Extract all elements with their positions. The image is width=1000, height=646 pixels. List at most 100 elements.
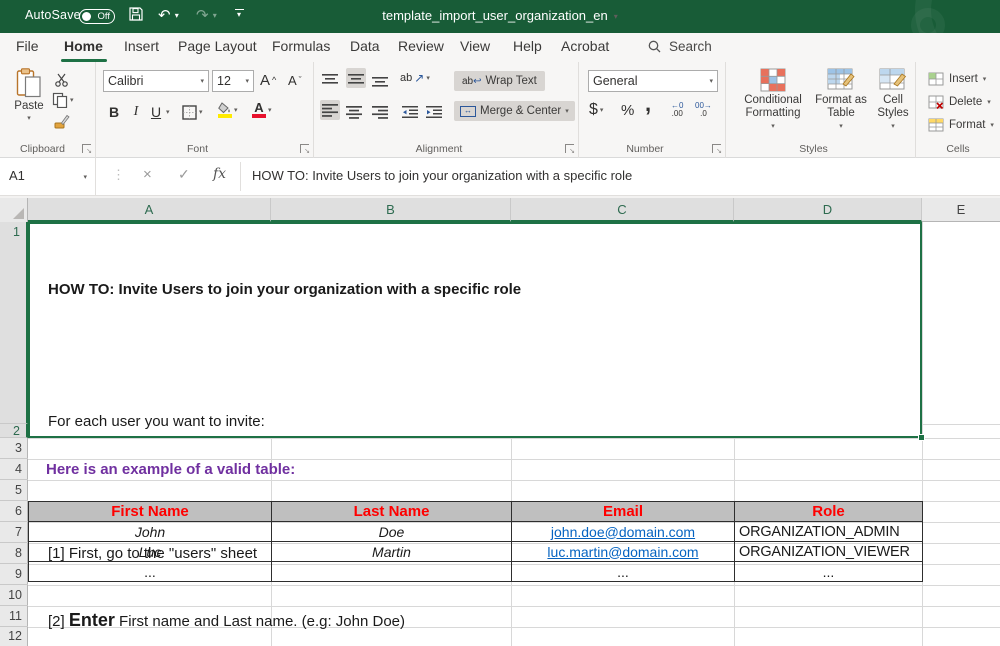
row-header-6[interactable]: 6	[0, 501, 28, 522]
name-box-caret[interactable]: ▾	[83, 173, 87, 181]
column-header-d[interactable]: D	[734, 198, 922, 222]
italic-button[interactable]: I	[128, 102, 144, 122]
formula-input[interactable]: HOW TO: Invite Users to join your organi…	[252, 168, 632, 183]
cell-first-name[interactable]: Luc	[29, 542, 272, 562]
conditional-formatting-button[interactable]: Conditional Formatting ▾	[738, 68, 808, 130]
tab-help[interactable]: Help	[513, 38, 542, 54]
font-name-combo[interactable]: Calibri ▾	[103, 70, 209, 92]
cell-first-name[interactable]: ...	[29, 562, 272, 582]
table-header-role[interactable]: Role	[735, 502, 923, 522]
row-header-9[interactable]: 9	[0, 564, 28, 585]
align-center-button[interactable]	[346, 102, 362, 122]
conditional-formatting-caret[interactable]: ▾	[771, 122, 775, 130]
table-header-first-name[interactable]: First Name	[29, 502, 272, 522]
cell-last-name[interactable]: Doe	[272, 522, 512, 542]
number-format-caret[interactable]: ▾	[709, 77, 713, 85]
tab-review[interactable]: Review	[398, 38, 444, 54]
cell-role[interactable]: ORGANIZATION_VIEWER	[735, 542, 923, 562]
row-header-7[interactable]: 7	[0, 522, 28, 543]
table-header-last-name[interactable]: Last Name	[272, 502, 512, 522]
font-size-combo[interactable]: 12 ▾	[212, 70, 254, 92]
paste-button[interactable]: Paste ▾	[8, 68, 50, 122]
increase-font-size-button[interactable]: A^	[260, 70, 276, 90]
accounting-format-button[interactable]: $ ▾	[589, 100, 603, 120]
selection-fill-handle[interactable]	[918, 434, 925, 441]
tab-page-layout[interactable]: Page Layout	[178, 38, 257, 54]
orientation-caret[interactable]: ▾	[426, 74, 430, 82]
name-box[interactable]: A1 ▾	[0, 158, 96, 195]
delete-cells-caret[interactable]: ▾	[987, 98, 991, 106]
column-header-a[interactable]: A	[28, 198, 271, 222]
cell-last-name[interactable]	[272, 562, 512, 582]
tab-data[interactable]: Data	[350, 38, 380, 54]
cell-email[interactable]: ...	[512, 562, 735, 582]
tab-home[interactable]: Home	[64, 38, 103, 54]
insert-cells-button[interactable]: Insert ▾	[928, 69, 986, 89]
format-as-table-button[interactable]: Format as Table ▾	[812, 68, 870, 130]
row-header-5[interactable]: 5	[0, 480, 28, 501]
percent-style-button[interactable]: %	[621, 100, 634, 120]
document-title-container[interactable]: template_import_user_organization_en ▾	[0, 8, 1000, 23]
paste-dropdown-caret[interactable]: ▾	[27, 114, 31, 122]
font-color-caret[interactable]: ▾	[268, 106, 272, 114]
middle-align-button[interactable]	[346, 68, 366, 88]
fill-color-button[interactable]: ▾	[218, 100, 238, 120]
top-align-button[interactable]	[322, 70, 338, 90]
copy-button[interactable]: ▾	[52, 90, 74, 110]
underline-caret[interactable]: ▾	[166, 108, 170, 116]
cell-email[interactable]: luc.martin@domain.com	[512, 542, 735, 562]
email-link[interactable]: luc.martin@domain.com	[547, 544, 698, 560]
fill-color-caret[interactable]: ▾	[234, 106, 238, 114]
bottom-align-button[interactable]	[372, 70, 388, 90]
align-right-button[interactable]	[372, 102, 388, 122]
tab-file[interactable]: File	[16, 38, 39, 54]
enter-check-icon[interactable]: ✓	[178, 166, 190, 183]
borders-caret[interactable]: ▾	[199, 108, 203, 116]
tab-view[interactable]: View	[460, 38, 490, 54]
cell-email[interactable]: john.doe@domain.com	[512, 522, 735, 542]
tab-acrobat[interactable]: Acrobat	[561, 38, 609, 54]
bold-button[interactable]: B	[106, 102, 122, 122]
underline-button[interactable]: U ▾	[148, 102, 170, 122]
insert-function-icon[interactable]: fx	[213, 166, 226, 182]
comma-style-button[interactable]: ,	[645, 94, 651, 114]
decrease-font-size-button[interactable]: Aˇ	[288, 70, 302, 90]
cell-styles-button[interactable]: Cell Styles ▾	[872, 68, 914, 130]
format-cells-caret[interactable]: ▾	[990, 121, 994, 129]
copy-dropdown-caret[interactable]: ▾	[70, 96, 74, 104]
font-size-caret[interactable]: ▾	[245, 77, 249, 85]
row-header-2[interactable]: 2	[0, 424, 28, 438]
merged-instruction-cell[interactable]: HOW TO: Invite Users to join your organi…	[28, 222, 922, 438]
row-header-3[interactable]: 3	[0, 438, 28, 459]
borders-button[interactable]: ▾	[182, 102, 203, 122]
row-header-8[interactable]: 8	[0, 543, 28, 564]
wrap-text-button[interactable]: ab↩ Wrap Text	[454, 71, 545, 91]
increase-indent-button[interactable]	[426, 102, 442, 122]
document-title[interactable]: template_import_user_organization_en	[382, 8, 607, 23]
column-header-b[interactable]: B	[271, 198, 511, 222]
email-link[interactable]: john.doe@domain.com	[551, 524, 695, 540]
format-as-table-caret[interactable]: ▾	[839, 122, 843, 130]
cut-button[interactable]	[54, 70, 69, 90]
row-header-12[interactable]: 12	[0, 627, 28, 646]
cell-styles-caret[interactable]: ▾	[891, 122, 895, 130]
merge-center-caret[interactable]: ▾	[565, 107, 569, 115]
format-cells-button[interactable]: Format ▾	[928, 115, 994, 135]
format-painter-button[interactable]	[54, 112, 70, 132]
cell-role[interactable]: ...	[735, 562, 923, 582]
font-name-caret[interactable]: ▾	[200, 77, 204, 85]
orientation-button[interactable]: ab ↗ ▾	[400, 68, 430, 88]
tab-formulas[interactable]: Formulas	[272, 38, 330, 54]
cell-last-name[interactable]: Martin	[272, 542, 512, 562]
tab-insert[interactable]: Insert	[124, 38, 159, 54]
row-header-4[interactable]: 4	[0, 459, 28, 480]
row-header-10[interactable]: 10	[0, 585, 28, 606]
font-color-button[interactable]: A ▾	[252, 100, 272, 120]
font-dialog-launcher[interactable]: ↘	[300, 144, 309, 153]
select-all-button[interactable]	[0, 198, 28, 222]
alignment-dialog-launcher[interactable]: ↘	[565, 144, 574, 153]
cancel-icon[interactable]: ×	[143, 166, 152, 183]
delete-cells-button[interactable]: Delete ▾	[928, 92, 991, 112]
title-dropdown-caret[interactable]: ▾	[614, 12, 618, 21]
clipboard-dialog-launcher[interactable]: ↘	[82, 144, 91, 153]
